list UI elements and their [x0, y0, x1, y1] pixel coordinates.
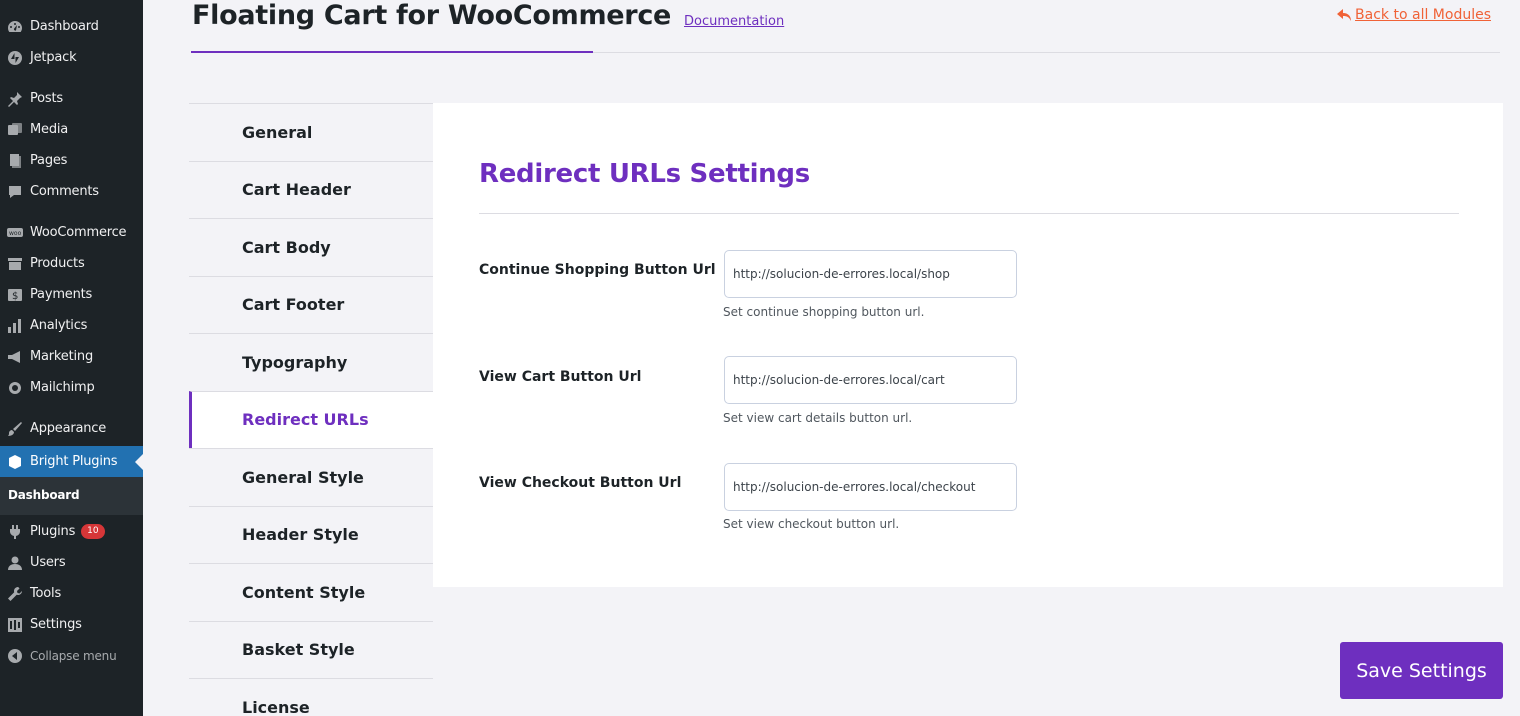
sidebar-item-bright-plugins[interactable]: Bright Plugins [0, 446, 143, 477]
sidebar-item-label: Comments [30, 184, 99, 199]
bar-chart-icon [0, 318, 30, 334]
collapse-menu-button[interactable]: Collapse menu [0, 640, 143, 671]
woo-icon: woo [0, 225, 30, 241]
continue-shopping-url-help: Set continue shopping button url. [723, 305, 925, 319]
collapse-icon [0, 648, 30, 664]
tab-typography[interactable]: Typography [189, 333, 433, 391]
sidebar-item-label: Dashboard [30, 19, 99, 34]
tab-basket-style[interactable]: Basket Style [189, 620, 433, 678]
sidebar-submenu: Dashboard [0, 477, 143, 515]
view-cart-url-help: Set view cart details button url. [723, 411, 913, 425]
sidebar-item-jetpack[interactable]: Jetpack [0, 42, 143, 73]
mailchimp-icon [0, 380, 30, 396]
documentation-link[interactable]: Documentation [684, 14, 784, 29]
bright-plugins-icon [0, 454, 30, 470]
svg-text:woo: woo [9, 230, 22, 237]
tab-cart-footer[interactable]: Cart Footer [189, 275, 433, 333]
sidebar-item-label: WooCommerce [30, 225, 127, 240]
tab-header-style[interactable]: Header Style [189, 505, 433, 563]
admin-sidebar: Dashboard Jetpack Posts Media Pages Comm… [0, 0, 143, 716]
media-icon [0, 122, 30, 138]
page-title: Floating Cart for WooCommerce [192, 0, 672, 31]
continue-shopping-url-input[interactable] [724, 250, 1017, 298]
sidebar-item-label: Plugins [30, 524, 76, 539]
tab-general[interactable]: General [189, 103, 433, 161]
sidebar-item-label: Payments [30, 287, 93, 302]
sidebar-item-settings[interactable]: Settings [0, 609, 143, 640]
sidebar-item-label: Collapse menu [30, 648, 117, 663]
sidebar-item-label: Tools [30, 586, 62, 601]
plug-icon [0, 524, 30, 540]
sidebar-item-label: Products [30, 256, 85, 271]
sidebar-item-label: Posts [30, 91, 63, 106]
settings-icon [0, 617, 30, 633]
view-checkout-url-input[interactable] [724, 463, 1017, 511]
view-checkout-url-help: Set view checkout button url. [723, 517, 900, 531]
dashboard-icon [0, 19, 30, 35]
megaphone-icon [0, 349, 30, 365]
sidebar-item-posts[interactable]: Posts [0, 83, 143, 114]
tab-general-style[interactable]: General Style [189, 448, 433, 506]
view-cart-url-input[interactable] [724, 356, 1017, 404]
sidebar-item-payments[interactable]: $ Payments [0, 279, 143, 310]
pages-icon [0, 153, 30, 169]
update-count-badge: 10 [81, 524, 105, 539]
sidebar-item-tools[interactable]: Tools [0, 578, 143, 609]
sidebar-item-dashboard[interactable]: Dashboard [0, 11, 143, 42]
continue-shopping-url-label: Continue Shopping Button Url [479, 262, 716, 278]
tab-license[interactable]: License [189, 678, 433, 716]
sidebar-item-marketing[interactable]: Marketing [0, 341, 143, 372]
sidebar-item-label: Mailchimp [30, 380, 95, 395]
tab-cart-header[interactable]: Cart Header [189, 160, 433, 218]
sidebar-item-label: Users [30, 555, 66, 570]
sidebar-item-label: Appearance [30, 421, 107, 436]
sidebar-item-label: Bright Plugins [30, 454, 118, 469]
user-icon [0, 555, 30, 571]
sidebar-item-label: Settings [30, 617, 82, 632]
sidebar-item-woocommerce[interactable]: woo WooCommerce [0, 217, 143, 248]
sidebar-item-media[interactable]: Media [0, 114, 143, 145]
dollar-icon: $ [0, 287, 30, 303]
header-divider [593, 52, 1500, 53]
jetpack-icon [0, 50, 30, 66]
panel-title: Redirect URLs Settings [479, 159, 810, 189]
tab-cart-body[interactable]: Cart Body [189, 218, 433, 276]
view-checkout-url-label: View Checkout Button Url [479, 475, 682, 491]
sidebar-item-pages[interactable]: Pages [0, 145, 143, 176]
back-link-label: Back to all Modules [1355, 7, 1491, 23]
save-settings-button[interactable]: Save Settings [1340, 642, 1503, 699]
pin-icon [0, 91, 30, 107]
sidebar-item-label: Media [30, 122, 69, 137]
sidebar-item-label: Jetpack [30, 50, 77, 65]
sidebar-item-mailchimp[interactable]: Mailchimp [0, 372, 143, 403]
sidebar-item-analytics[interactable]: Analytics [0, 310, 143, 341]
sidebar-item-plugins[interactable]: Plugins 10 [0, 516, 143, 547]
tab-content-style[interactable]: Content Style [189, 563, 433, 621]
reply-arrow-icon [1337, 9, 1352, 21]
brush-icon [0, 421, 30, 437]
panel-divider [479, 213, 1459, 214]
sidebar-item-label: Pages [30, 153, 68, 168]
settings-tabs: General Cart Header Cart Body Cart Foote… [189, 103, 433, 716]
comment-icon [0, 184, 30, 200]
submenu-item-dashboard[interactable]: Dashboard [8, 488, 80, 502]
sidebar-item-appearance[interactable]: Appearance [0, 413, 143, 444]
tab-redirect-urls[interactable]: Redirect URLs [189, 390, 433, 448]
sidebar-item-label: Marketing [30, 349, 93, 364]
sidebar-item-products[interactable]: Products [0, 248, 143, 279]
archive-icon [0, 256, 30, 272]
sidebar-item-users[interactable]: Users [0, 547, 143, 578]
svg-text:$: $ [12, 291, 18, 302]
sidebar-item-comments[interactable]: Comments [0, 176, 143, 207]
wrench-icon [0, 586, 30, 602]
sidebar-item-label: Analytics [30, 318, 88, 333]
view-cart-url-label: View Cart Button Url [479, 369, 642, 385]
title-underline [191, 51, 593, 53]
back-to-modules-link[interactable]: Back to all Modules [1337, 7, 1491, 23]
settings-panel: Redirect URLs Settings Continue Shopping… [433, 103, 1503, 587]
